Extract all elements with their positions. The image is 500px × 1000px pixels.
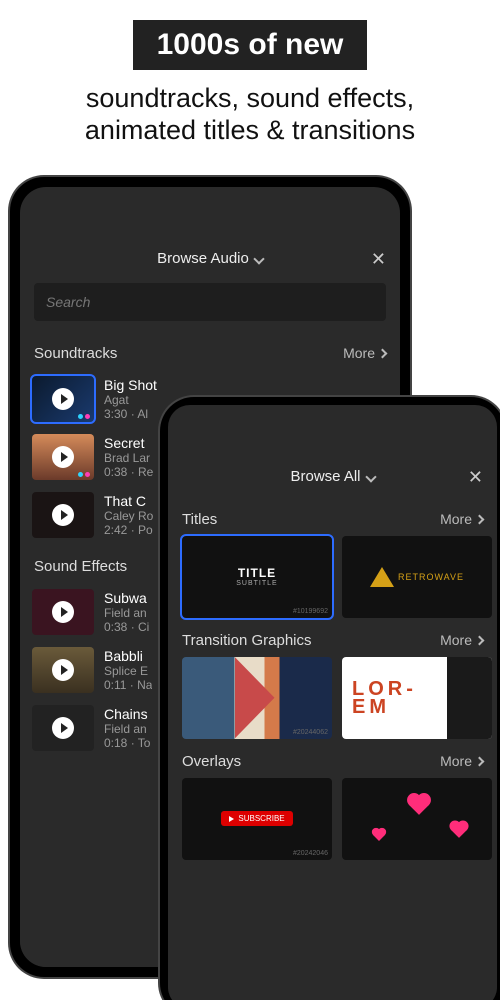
triangle-icon <box>370 567 394 587</box>
chevron-right-icon <box>475 635 485 645</box>
play-icon[interactable] <box>52 717 74 739</box>
section-transitions: Transition Graphics More <box>168 618 497 657</box>
play-icon[interactable] <box>52 504 74 526</box>
chevron-down-icon <box>365 471 376 482</box>
phone-graphics: Browse All ✕ Titles More TITLE SUBTITLE … <box>160 397 500 1000</box>
heart-icon <box>409 795 429 815</box>
hero-subtitle: soundtracks, sound effects, animated tit… <box>10 82 490 147</box>
play-icon[interactable] <box>52 446 74 468</box>
overlay-card-hearts[interactable] <box>342 778 492 860</box>
search-input[interactable]: Search <box>34 283 386 321</box>
play-icon[interactable] <box>52 601 74 623</box>
section-overlays: Overlays More <box>168 739 497 778</box>
browse-all-header[interactable]: Browse All ✕ <box>168 457 497 497</box>
track-thumb[interactable] <box>32 434 94 480</box>
chevron-right-icon <box>475 756 485 766</box>
close-icon[interactable]: ✕ <box>371 249 386 270</box>
transition-card-lorem[interactable]: LOR- EM <box>342 657 492 739</box>
heart-icon <box>451 822 467 838</box>
hero: 1000s of new soundtracks, sound effects,… <box>0 0 500 157</box>
track-thumb[interactable] <box>32 647 94 693</box>
phone-stage: Browse Audio ✕ Search Soundtracks More <box>0 157 500 977</box>
phone-screen: Browse All ✕ Titles More TITLE SUBTITLE … <box>168 405 497 1000</box>
close-icon[interactable]: ✕ <box>468 467 483 488</box>
play-icon[interactable] <box>52 659 74 681</box>
more-transitions[interactable]: More <box>440 632 483 648</box>
more-titles[interactable]: More <box>440 511 483 527</box>
more-overlays[interactable]: More <box>440 753 483 769</box>
play-icon[interactable] <box>52 388 74 410</box>
heart-icon <box>373 829 385 841</box>
section-titles: Titles More <box>168 497 497 536</box>
section-soundtracks: Soundtracks More <box>20 331 400 370</box>
more-soundtracks[interactable]: More <box>343 345 386 361</box>
track-thumb[interactable] <box>32 376 94 422</box>
track-thumb[interactable] <box>32 589 94 635</box>
transition-card[interactable]: #20244062 <box>182 657 332 739</box>
title-card[interactable]: TITLE SUBTITLE #10199692 <box>182 536 332 618</box>
browse-audio-header[interactable]: Browse Audio ✕ <box>20 239 400 279</box>
overlay-card-subscribe[interactable]: SUBSCRIBE #20242046 <box>182 778 332 860</box>
subscribe-pill: SUBSCRIBE <box>221 811 292 826</box>
chevron-right-icon <box>475 514 485 524</box>
title-card-retro[interactable]: RETROWAVE <box>342 536 492 618</box>
track-thumb[interactable] <box>32 705 94 751</box>
track-thumb[interactable] <box>32 492 94 538</box>
chevron-right-icon <box>378 348 388 358</box>
hero-banner: 1000s of new <box>133 20 368 70</box>
chevron-down-icon <box>253 253 264 264</box>
